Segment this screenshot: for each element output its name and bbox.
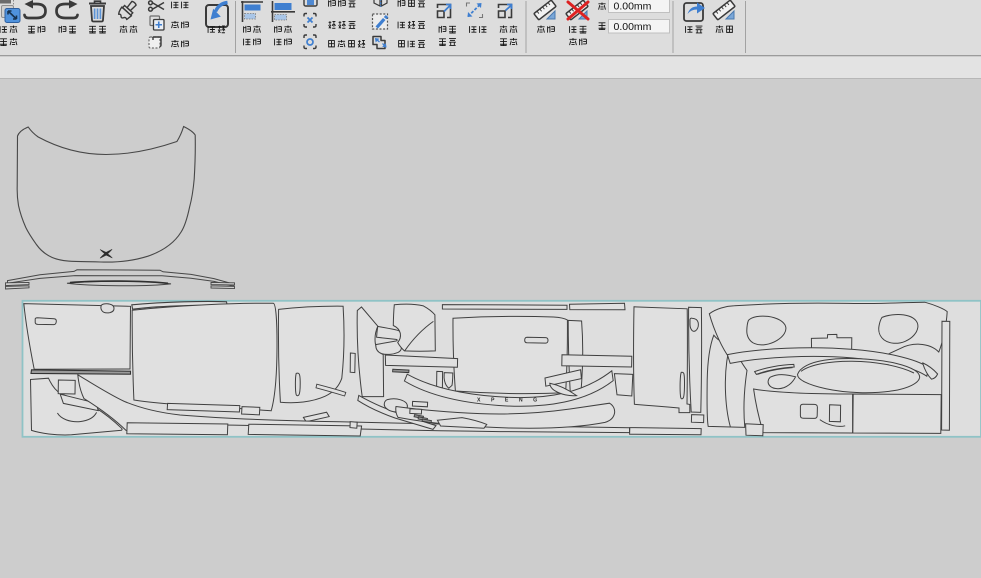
svg-text:0.00mm: 0.00mm (614, 21, 652, 33)
svg-text:XPENG: XPENG (477, 397, 548, 403)
svg-text:0.00mm: 0.00mm (614, 1, 652, 13)
